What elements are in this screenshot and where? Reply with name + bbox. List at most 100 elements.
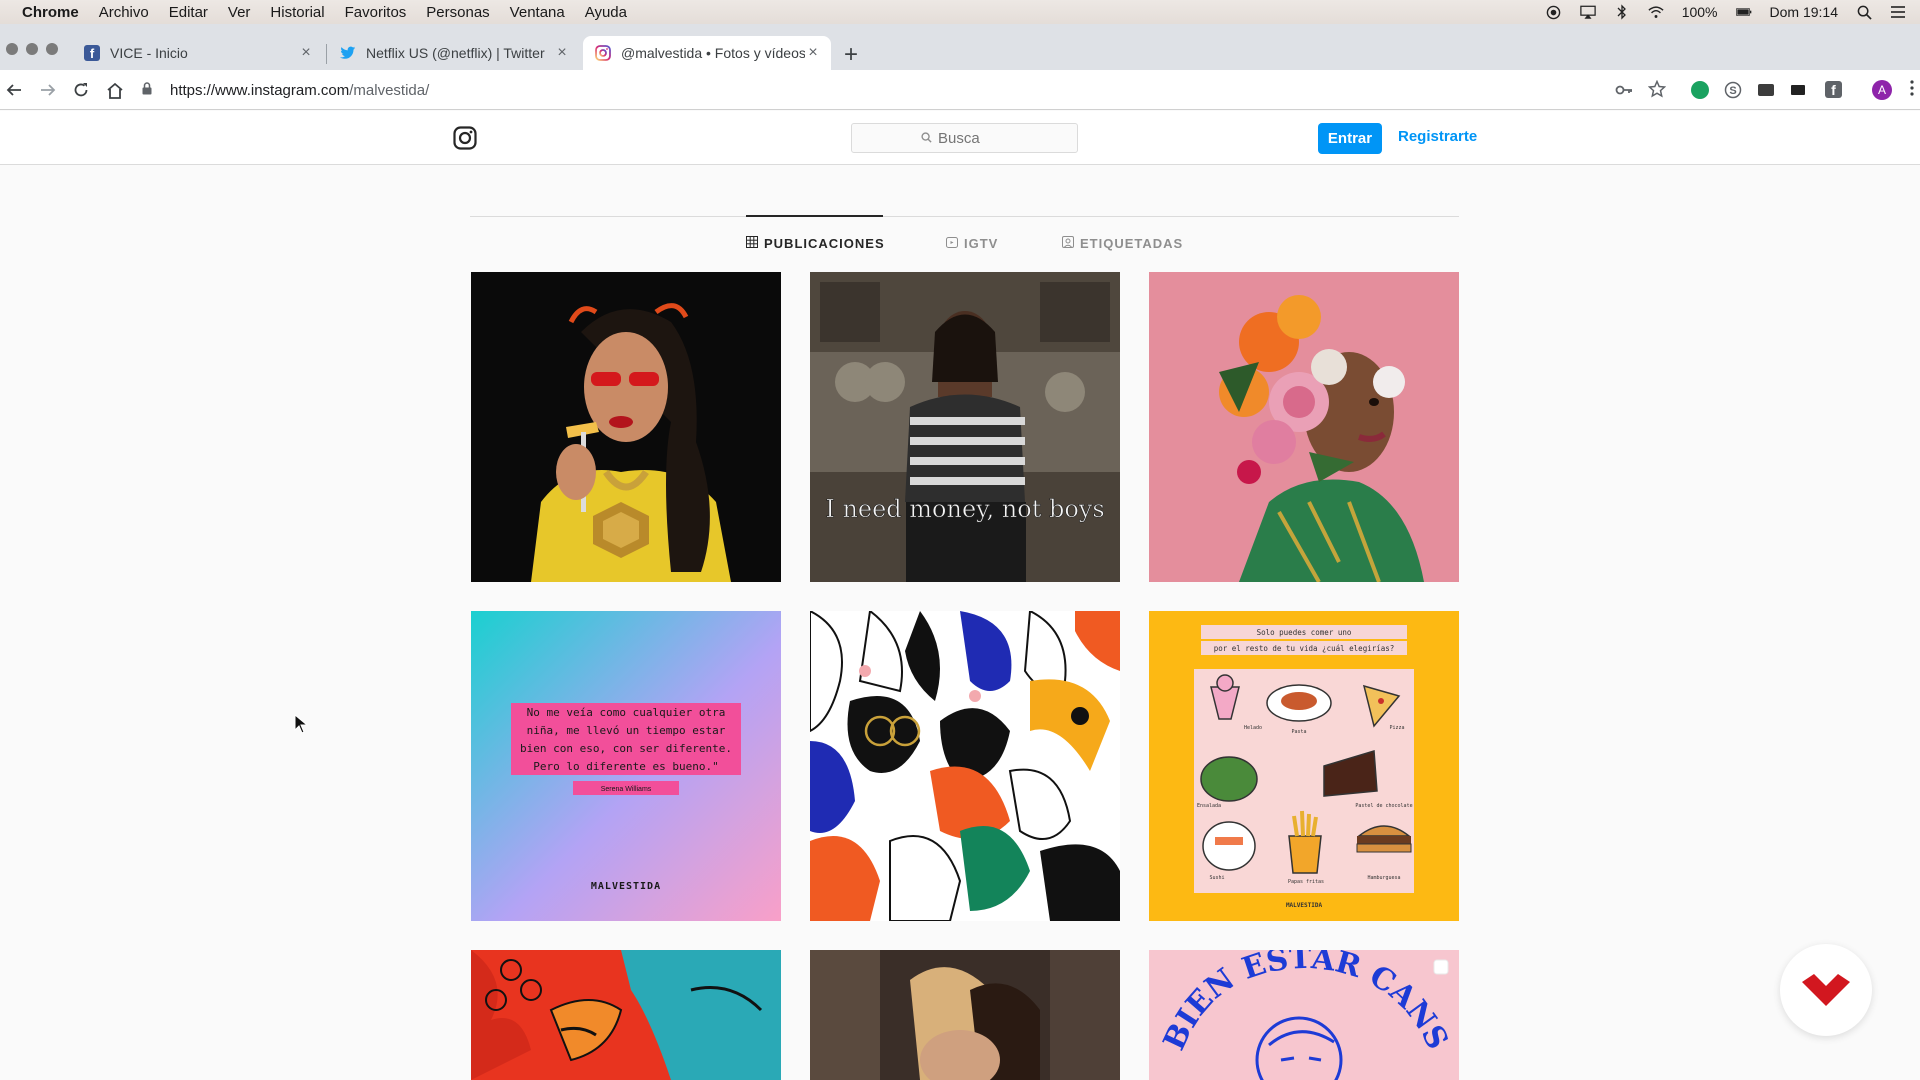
tv-extension-icon[interactable] [1758, 84, 1774, 96]
post-image-food-poll: Solo puedes comer uno por el resto de tu… [1149, 611, 1459, 921]
tab-vice[interactable]: f VICE - Inicio × [72, 36, 324, 70]
instagram-logo-icon[interactable] [453, 126, 477, 150]
post-6-item-label: Sushi [1209, 875, 1224, 881]
skype-extension-icon[interactable]: S [1724, 81, 1742, 99]
new-tab-plus-icon[interactable]: + [844, 41, 858, 69]
menu-ventana[interactable]: Ventana [510, 4, 565, 21]
active-tab-indicator [746, 215, 883, 217]
facebook-extension-icon[interactable]: f [1825, 81, 1842, 98]
post-image-tv-still: I need money, not boys [810, 272, 1120, 582]
battery-percent: 100% [1681, 4, 1718, 20]
minimize-window-button[interactable] [26, 43, 38, 55]
tab-label: ETIQUETADAS [1080, 236, 1184, 251]
profile-avatar[interactable]: A [1872, 80, 1892, 100]
post-tile-7[interactable] [471, 950, 781, 1080]
post-4-quote-line: niña, me llevó un tiempo estar [527, 724, 726, 737]
post-tile-6[interactable]: Solo puedes comer uno por el resto de tu… [1149, 611, 1459, 921]
camera-extension-icon[interactable] [1791, 85, 1805, 95]
key-icon[interactable] [1615, 81, 1633, 99]
post-6-item-label: Pastel de chocolate [1355, 803, 1412, 809]
tab-title: Netflix US (@netflix) | Twitter [366, 45, 545, 61]
login-button[interactable]: Entrar [1318, 123, 1382, 154]
tab-etiquetadas[interactable]: ETIQUETADAS [1062, 236, 1183, 251]
post-tile-8[interactable] [810, 950, 1120, 1080]
post-tile-1[interactable] [471, 272, 781, 582]
profile-tabs-divider [470, 216, 1459, 217]
wifi-icon[interactable] [1648, 4, 1664, 20]
post-image-woman-yellow [471, 272, 781, 582]
post-4-quote-line: No me veía como cualquier otra [527, 706, 726, 719]
post-image-women-illustration [810, 611, 1120, 921]
reload-icon[interactable] [69, 78, 93, 102]
post-tile-3[interactable] [1149, 272, 1459, 582]
post-6-item-label: Ensalada [1197, 803, 1221, 809]
menu-favoritos[interactable]: Favoritos [345, 4, 407, 21]
window-controls [6, 43, 58, 55]
grammarly-extension-icon[interactable] [1691, 81, 1709, 99]
post-6-item-label: Hamburguesa [1367, 875, 1400, 881]
search-box[interactable] [851, 123, 1078, 153]
post-6-brand: MALVESTIDA [1286, 902, 1323, 909]
grid-icon [746, 236, 758, 251]
post-6-header-line: por el resto de tu vida ¿cuál elegirías? [1214, 644, 1395, 653]
battery-icon[interactable] [1735, 4, 1752, 20]
menu-app-chrome[interactable]: Chrome [22, 4, 79, 21]
control-menu-icon[interactable] [1890, 4, 1906, 20]
bookmark-star-icon[interactable] [1647, 79, 1667, 98]
signup-link[interactable]: Registrarte [1398, 128, 1477, 145]
home-icon[interactable] [103, 78, 127, 102]
airplay-icon[interactable] [1579, 4, 1596, 20]
floating-brand-button[interactable] [1780, 944, 1872, 1036]
forward-arrow-icon[interactable] [36, 78, 60, 102]
post-6-header-line: Solo puedes comer uno [1257, 628, 1352, 637]
lock-icon[interactable] [142, 81, 156, 99]
close-tab-icon[interactable]: × [554, 44, 570, 62]
post-4-brand: MALVESTIDA [591, 881, 661, 892]
post-tile-4[interactable]: No me veía como cualquier otra niña, me … [471, 611, 781, 921]
tab-label: IGTV [964, 236, 999, 251]
post-4-quote-line: bien con eso, con ser diferente. [520, 742, 732, 755]
bluetooth-icon[interactable] [1614, 4, 1630, 20]
tagged-icon [1062, 236, 1074, 251]
post-6-item-label: Pizza [1389, 725, 1404, 731]
close-window-button[interactable] [6, 43, 18, 55]
close-tab-icon[interactable]: × [298, 44, 314, 62]
post-image-pop-art-couple [471, 950, 781, 1080]
spotlight-search-icon[interactable] [1856, 4, 1872, 20]
menu-ver[interactable]: Ver [228, 4, 251, 21]
menu-historial[interactable]: Historial [270, 4, 324, 21]
instagram-icon [595, 45, 611, 61]
screen-record-icon[interactable] [1546, 4, 1562, 20]
tab-igtv[interactable]: IGTV [946, 236, 998, 251]
post-image-quote: No me veía como cualquier otra niña, me … [471, 611, 781, 921]
macos-menu-bar: Chrome Archivo Editar Ver Historial Favo… [0, 0, 1920, 24]
post-image-flower-portrait [1149, 272, 1459, 582]
facebook-icon: f [84, 45, 100, 61]
chrome-menu-icon[interactable] [1910, 80, 1916, 100]
svg-text:S: S [1729, 85, 1736, 97]
zoom-window-button[interactable] [46, 43, 58, 55]
browser-toolbar: https://www.instagram.com/malvestida/ S … [0, 70, 1920, 110]
menu-archivo[interactable]: Archivo [99, 4, 149, 21]
tab-title: VICE - Inicio [110, 45, 188, 61]
post-6-item-label: Papas fritas [1288, 879, 1324, 885]
mouse-pointer-icon [294, 713, 309, 739]
post-4-quote-line: Pero lo diferente es bueno." [533, 760, 718, 773]
post-tile-9[interactable]: BIEN ESTAR CANSADA [1149, 950, 1459, 1080]
tab-netflix-twitter[interactable]: Netflix US (@netflix) | Twitter × [328, 36, 580, 70]
back-arrow-icon[interactable] [2, 78, 26, 102]
url-path: /malvestida/ [349, 81, 430, 99]
clock[interactable]: Dom 19:14 [1770, 4, 1838, 20]
post-tile-5[interactable] [810, 611, 1120, 921]
menu-ayuda[interactable]: Ayuda [585, 4, 627, 21]
menu-personas[interactable]: Personas [426, 4, 489, 21]
post-image-tv-hug [810, 950, 1120, 1080]
menu-editar[interactable]: Editar [169, 4, 208, 21]
search-input[interactable] [938, 129, 1008, 147]
tab-publicaciones[interactable]: PUBLICACIONES [746, 236, 885, 251]
tab-instagram-malvestida[interactable]: @malvestida • Fotos y vídeos d × [583, 36, 831, 70]
address-bar[interactable]: https://www.instagram.com/malvestida/ [142, 75, 1662, 105]
post-4-author: Serena Williams [601, 786, 652, 793]
post-tile-2[interactable]: I need money, not boys [810, 272, 1120, 582]
close-tab-icon[interactable]: × [805, 44, 821, 62]
